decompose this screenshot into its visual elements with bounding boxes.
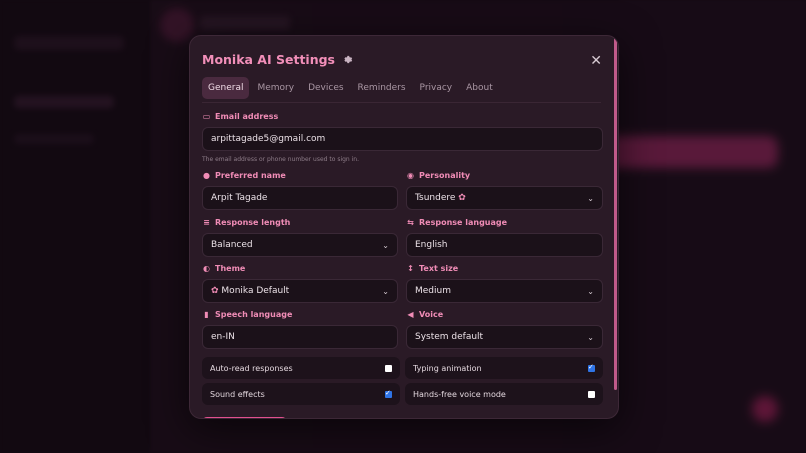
speech-language-label: ▮ Speech language (202, 310, 292, 319)
sound-effects-checkbox[interactable] (385, 389, 392, 398)
hands-free-toggle[interactable]: Hands-free voice mode (405, 383, 603, 405)
response-length-label: ≡ Response length (203, 218, 291, 227)
flower-icon: ✿ (211, 286, 219, 296)
modal-scrollbar[interactable] (614, 38, 617, 390)
email-hint: The email address or phone number used t… (202, 156, 360, 163)
tab-reminders[interactable]: Reminders (352, 77, 412, 99)
email-field[interactable]: arpittagade5@gmail.com (202, 127, 603, 151)
tab-devices[interactable]: Devices (302, 77, 349, 99)
chevron-down-icon: ⌄ (382, 240, 389, 250)
text-size-label: ↕ Text size (407, 264, 459, 273)
settings-modal: Monika AI Settings ✕ General Memory Devi… (189, 35, 619, 419)
palette-icon: ◐ (203, 264, 210, 273)
personality-select[interactable]: Tsundere ✿ ⌄ (406, 186, 603, 210)
microphone-icon: ▮ (204, 310, 209, 319)
text-size-select[interactable]: Medium ⌄ (406, 279, 603, 303)
theme-label: ◐ Theme (203, 264, 246, 273)
auto-read-checkbox[interactable] (385, 364, 392, 372)
voice-select[interactable]: System default ⌄ (406, 325, 603, 349)
email-label: ▭ Email address (202, 112, 279, 121)
chevron-down-icon: ⌄ (382, 286, 389, 296)
close-icon[interactable]: ✕ (590, 54, 602, 68)
flower-icon: ✿ (458, 193, 466, 203)
modal-header: Monika AI Settings (202, 52, 355, 67)
hands-free-checkbox[interactable] (588, 390, 595, 398)
lines-icon: ≡ (203, 218, 210, 227)
save-button[interactable] (202, 417, 287, 418)
tab-privacy[interactable]: Privacy (414, 77, 459, 99)
speaker-icon: ◀ (407, 310, 414, 319)
preferred-name-input[interactable]: Arpit Tagade (202, 186, 398, 210)
auto-read-toggle[interactable]: Auto-read responses (202, 357, 400, 379)
speech-language-input[interactable]: en-IN (202, 325, 398, 349)
typing-animation-toggle[interactable]: Typing animation (405, 357, 603, 379)
modal-title: Monika AI Settings (202, 52, 335, 67)
chevron-down-icon: ⌄ (587, 286, 594, 296)
personality-label: ◉ Personality (407, 171, 471, 180)
chevron-down-icon: ⌄ (587, 332, 594, 342)
response-length-select[interactable]: Balanced ⌄ (202, 233, 398, 257)
tab-about[interactable]: About (460, 77, 499, 99)
preferred-name-label: ● Preferred name (203, 171, 286, 180)
response-language-input[interactable]: English (406, 233, 603, 257)
translate-icon: ⇆ (407, 218, 414, 227)
person-icon: ● (203, 171, 210, 180)
tab-general[interactable]: General (202, 77, 250, 99)
tab-memory[interactable]: Memory (251, 77, 300, 99)
gear-icon (343, 54, 355, 66)
chevron-down-icon: ⌄ (587, 193, 594, 203)
id-card-icon: ▭ (202, 112, 211, 121)
settings-tabs: General Memory Devices Reminders Privacy… (202, 77, 601, 103)
brain-icon: ◉ (407, 171, 414, 180)
text-size-icon: ↕ (407, 264, 414, 273)
typing-animation-checkbox[interactable] (588, 363, 595, 372)
sound-effects-toggle[interactable]: Sound effects (202, 383, 400, 405)
voice-label: ◀ Voice (407, 310, 444, 319)
theme-select[interactable]: ✿ Monika Default ⌄ (202, 279, 398, 303)
response-language-label: ⇆ Response language (407, 218, 508, 227)
